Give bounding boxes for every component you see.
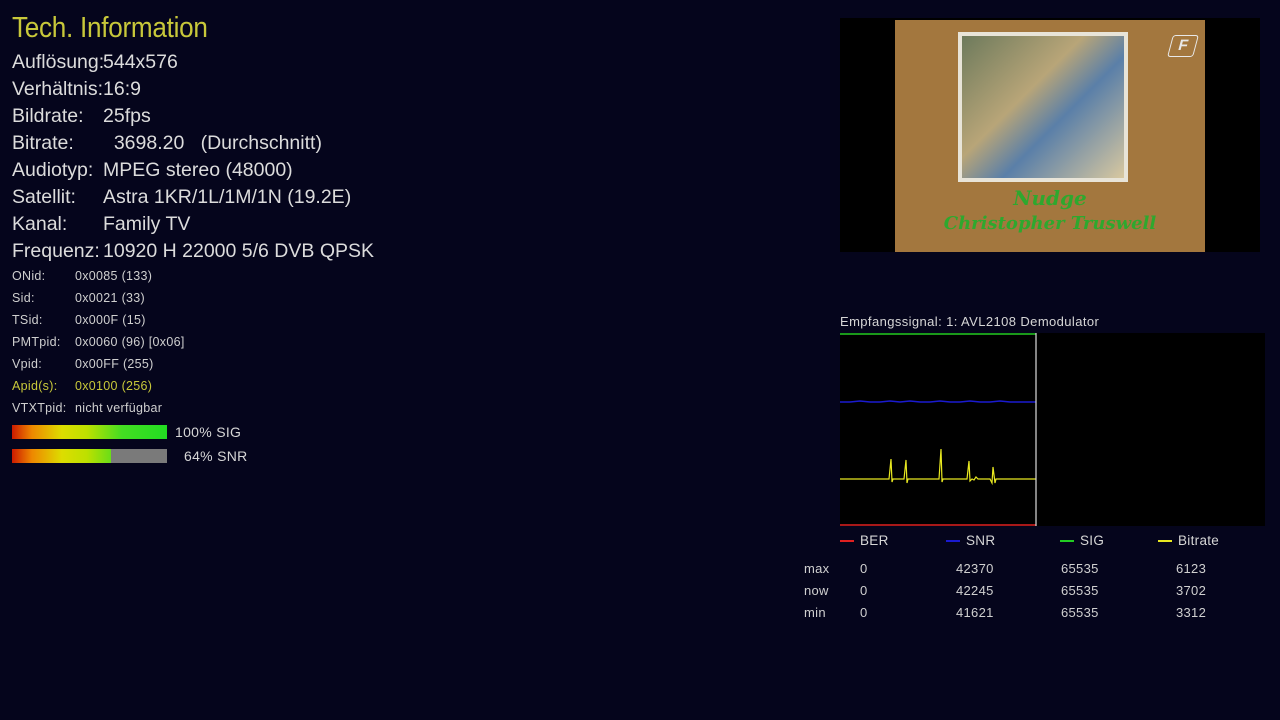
stats-ber-max: 0 — [860, 561, 868, 576]
page-title: Tech. Information — [12, 12, 208, 44]
pid-value: 0x0085 (133) — [75, 269, 153, 283]
info-value: 3698.20 (Durchschnitt) — [103, 132, 322, 154]
legend-label: BER — [860, 533, 889, 548]
sig-level-label: 100% SIG — [175, 424, 242, 440]
pid-value: nicht verfügbar — [75, 401, 163, 415]
pid-label: VTXTpid: — [12, 401, 67, 415]
bitrate-color-swatch — [1158, 540, 1172, 543]
stats-row-label: now — [804, 583, 829, 598]
info-label: Auflösung: — [12, 51, 105, 73]
info-value: MPEG stereo (48000) — [103, 159, 293, 181]
sig-color-swatch — [1060, 540, 1074, 543]
pid-value: 0x00FF (255) — [75, 357, 154, 371]
pid-label: ONid: — [12, 269, 46, 283]
stats-sig-now: 65535 — [1061, 583, 1099, 598]
stats-row-label: min — [804, 605, 826, 620]
info-label: Frequenz: — [12, 240, 100, 262]
stats-bitrate-min: 3312 — [1176, 605, 1207, 620]
video-picture — [958, 32, 1128, 182]
snr-trace — [840, 400, 1036, 403]
legend-sig: SIG — [1060, 533, 1104, 548]
snr-level-label: 64% SNR — [184, 448, 248, 464]
pid-value: 0x000F (15) — [75, 313, 146, 327]
stats-ber-min: 0 — [860, 605, 868, 620]
pid-value: 0x0100 (256) — [75, 379, 153, 393]
info-value: 16:9 — [103, 78, 141, 100]
pid-label: Apid(s): — [12, 379, 58, 393]
legend-ber: BER — [840, 533, 889, 548]
pid-label: Sid: — [12, 291, 35, 305]
stats-snr-min: 41621 — [956, 605, 994, 620]
info-value: 544x576 — [103, 51, 178, 73]
stats-snr-now: 42245 — [956, 583, 994, 598]
info-value: 25fps — [103, 105, 151, 127]
video-preview: F Nudge Christopher Truswell — [840, 18, 1260, 252]
snr-level-bar — [12, 449, 167, 463]
info-label: Satellit: — [12, 186, 76, 208]
stats-snr-max: 42370 — [956, 561, 994, 576]
legend-bitrate: Bitrate — [1158, 533, 1219, 548]
graph-title: Empfangssignal: 1: AVL2108 Demodulator — [840, 314, 1100, 329]
stats-bitrate-now: 3702 — [1176, 583, 1207, 598]
pid-label: Vpid: — [12, 357, 42, 371]
pid-value: 0x0021 (33) — [75, 291, 146, 305]
info-value: 10920 H 22000 5/6 DVB QPSK — [103, 240, 375, 262]
info-label: Bitrate: — [12, 132, 74, 154]
video-caption-line2: Christopher Truswell — [943, 213, 1157, 234]
snr-color-swatch — [946, 540, 960, 543]
signal-graph-canvas — [840, 333, 1037, 526]
stats-sig-min: 65535 — [1061, 605, 1099, 620]
signal-graph — [840, 333, 1265, 526]
legend-label: SNR — [966, 533, 996, 548]
video-frame: F Nudge Christopher Truswell — [895, 20, 1205, 252]
snr-level-fill — [12, 449, 112, 463]
pid-label: TSid: — [12, 313, 43, 327]
bitrate-trace — [840, 448, 1036, 486]
legend-snr: SNR — [946, 533, 995, 548]
legend-label: Bitrate — [1178, 533, 1220, 548]
legend-label: SIG — [1080, 533, 1105, 548]
stats-row-label: max — [804, 561, 830, 576]
info-label: Kanal: — [12, 213, 68, 235]
info-label: Bildrate: — [12, 105, 84, 127]
info-label: Verhältnis: — [12, 78, 104, 100]
sig-level-fill — [12, 425, 167, 439]
stats-ber-now: 0 — [860, 583, 868, 598]
stats-sig-max: 65535 — [1061, 561, 1099, 576]
channel-logo-icon: F — [1167, 35, 1199, 57]
pid-label: PMTpid: — [12, 335, 61, 349]
info-value: Family TV — [103, 213, 191, 235]
pid-value: 0x0060 (96) [0x06] — [75, 335, 185, 349]
info-value: Astra 1KR/1L/1M/1N (19.2E) — [103, 186, 352, 208]
stats-bitrate-max: 6123 — [1176, 561, 1207, 576]
info-label: Audiotyp: — [12, 159, 94, 181]
ber-color-swatch — [840, 540, 854, 543]
sig-level-bar — [12, 425, 167, 439]
video-caption-line1: Nudge — [1013, 186, 1087, 210]
